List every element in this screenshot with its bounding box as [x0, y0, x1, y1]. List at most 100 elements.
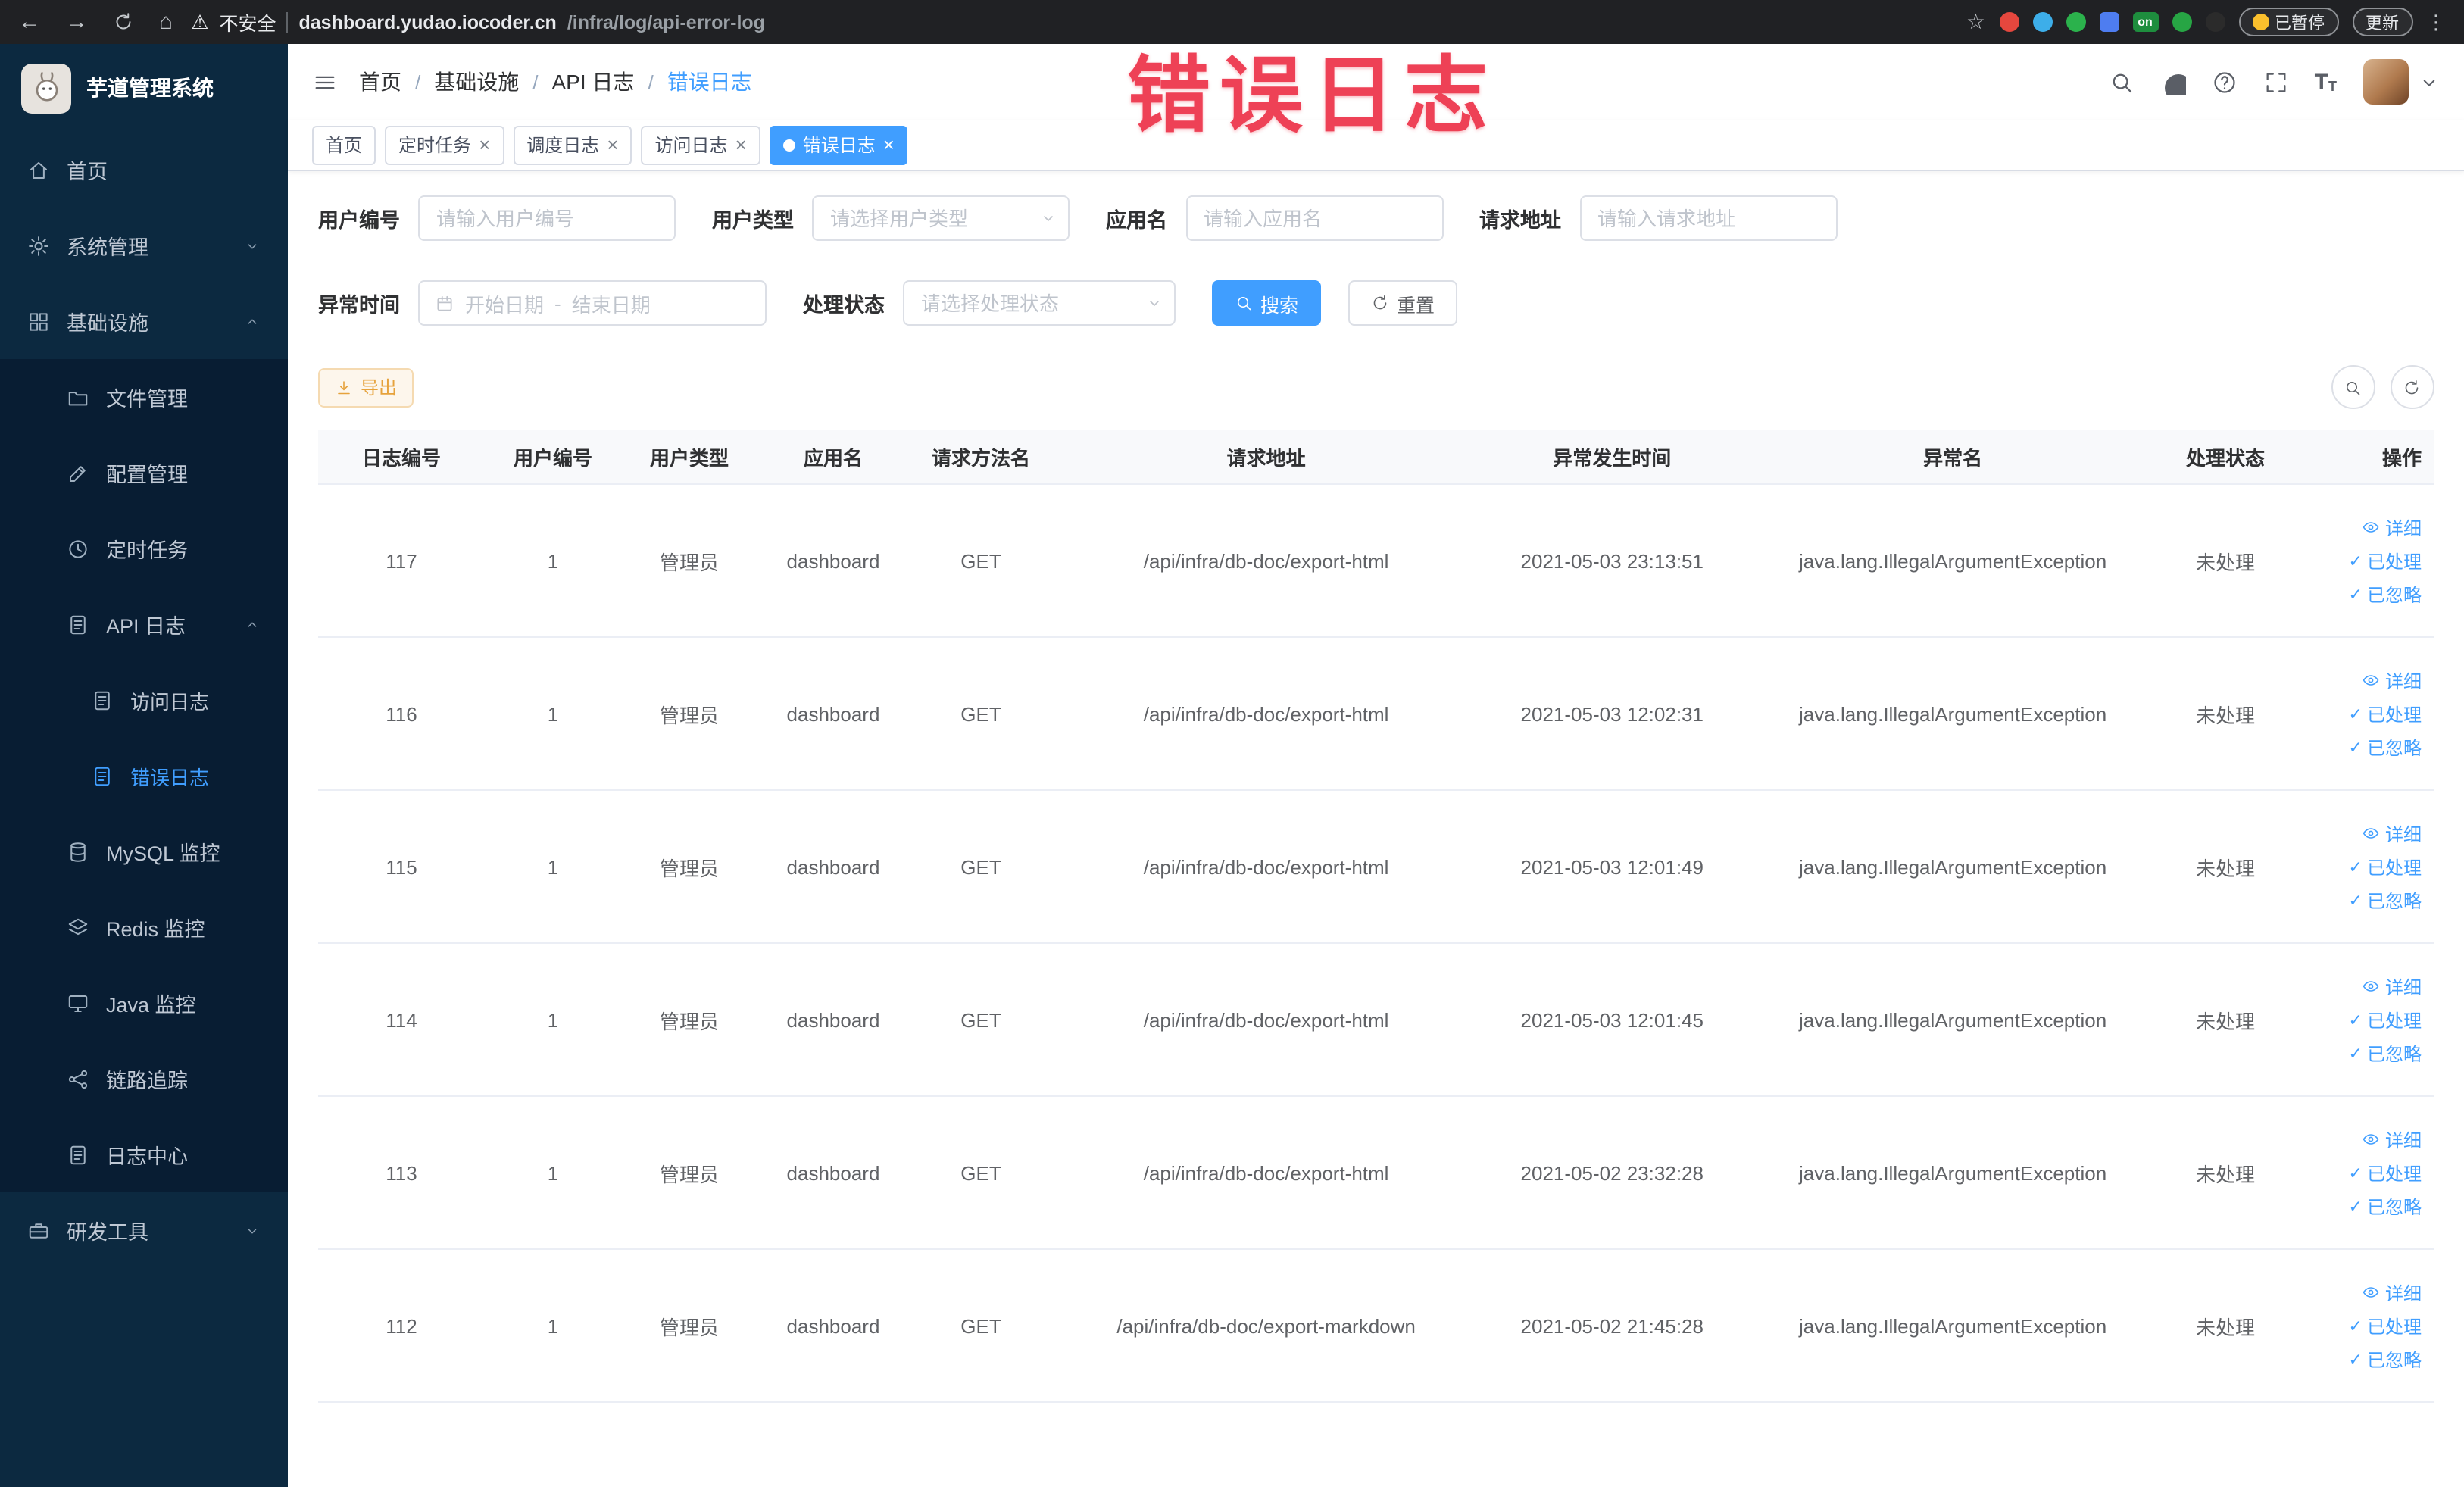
url-host[interactable]: dashboard.yudao.iocoder.cn [298, 11, 556, 33]
user-menu[interactable] [2363, 59, 2440, 105]
tab-scheduled-jobs[interactable]: 定时任务 × [385, 125, 504, 164]
browser-nav: ← → ⌂ [18, 11, 173, 33]
cell-user-id: 1 [547, 1161, 559, 1184]
cell-exception-name: java.lang.IllegalArgumentException [1799, 1314, 2107, 1337]
column-header: 异常发生时间 [1553, 447, 1672, 470]
app-title: 芋道管理系统 [86, 76, 214, 100]
request-url-input[interactable] [1579, 195, 1837, 241]
detail-link[interactable]: 详细 [2363, 820, 2422, 846]
refresh-button[interactable] [2390, 365, 2434, 409]
sidebar-item-scheduled-jobs[interactable]: 定时任务 [0, 511, 288, 586]
close-icon[interactable]: × [735, 135, 747, 155]
browser-menu-icon[interactable]: ⋮ [2426, 10, 2446, 34]
mark-processed-link[interactable]: ✓ 已处理 [2349, 548, 2422, 573]
sidebar-item-log-center[interactable]: 日志中心 [0, 1117, 288, 1192]
breadcrumb-infra[interactable]: 基础设施 [434, 67, 519, 97]
help-icon[interactable] [2212, 69, 2238, 95]
font-size-icon[interactable] [2315, 70, 2337, 93]
cell-log-id: 116 [386, 702, 417, 725]
mark-ignored-link[interactable]: ✓ 已忽略 [2349, 1040, 2422, 1066]
sidebar-item-java-monitor[interactable]: Java 监控 [0, 965, 288, 1041]
breadcrumb-api-log[interactable]: API 日志 [552, 67, 635, 97]
table-row: 113 1 管理员 dashboard GET /api/infra/db-do… [318, 1097, 2434, 1250]
detail-link[interactable]: 详细 [2363, 973, 2422, 999]
grid-icon [27, 310, 50, 333]
tab-dispatch-log[interactable]: 调度日志 × [513, 125, 632, 164]
process-status-select[interactable] [903, 280, 1176, 326]
sidebar-item-redis-monitor[interactable]: Redis 监控 [0, 889, 288, 965]
close-icon[interactable]: × [883, 135, 895, 155]
home-icon[interactable]: ⌂ [159, 11, 173, 33]
extension-on-badge[interactable]: on [2132, 12, 2158, 32]
tab-access-log[interactable]: 访问日志 × [641, 125, 760, 164]
detail-link[interactable]: 详细 [2363, 1126, 2422, 1152]
cell-app-name: dashboard [786, 855, 880, 878]
reset-button[interactable]: 重置 [1348, 280, 1458, 326]
date-range-picker[interactable]: 开始日期 - 结束日期 [418, 280, 767, 326]
infra-submenu: 文件管理 配置管理 定时任务 API 日志 访问日志 错误日志 MySQL 监控… [0, 359, 288, 1192]
hamburger-icon[interactable] [312, 69, 338, 95]
forward-icon[interactable]: → [65, 11, 88, 33]
sidebar-item-infra[interactable]: 基础设施 [0, 283, 288, 359]
mark-ignored-link[interactable]: ✓ 已忽略 [2349, 1346, 2422, 1372]
toggle-search-button[interactable] [2331, 365, 2375, 409]
close-icon[interactable]: × [479, 135, 490, 155]
extension-icon-grid[interactable] [2099, 12, 2119, 32]
check-icon: ✓ [2348, 1164, 2363, 1182]
security-label[interactable]: 不安全 [219, 8, 276, 36]
mark-ignored-link[interactable]: ✓ 已忽略 [2349, 734, 2422, 760]
export-button[interactable]: 导出 [318, 367, 414, 407]
paused-chip[interactable]: 已暂停 [2238, 8, 2338, 36]
mark-ignored-link[interactable]: ✓ 已忽略 [2349, 887, 2422, 913]
detail-link[interactable]: 详细 [2363, 667, 2422, 693]
check-icon: ✓ [2348, 705, 2363, 723]
mark-ignored-link[interactable]: ✓ 已忽略 [2349, 581, 2422, 607]
tab-error-log[interactable]: 错误日志 × [769, 125, 908, 164]
mark-processed-link[interactable]: ✓ 已处理 [2349, 701, 2422, 726]
extension-icon-green[interactable] [2066, 12, 2085, 32]
search-button[interactable]: 搜索 [1212, 280, 1322, 326]
sidebar-item-mysql-monitor[interactable]: MySQL 监控 [0, 814, 288, 889]
sidebar-item-trace[interactable]: 链路追踪 [0, 1041, 288, 1117]
cell-status: 未处理 [2195, 704, 2255, 726]
detail-link[interactable]: 详细 [2363, 1279, 2422, 1305]
sidebar-item-config-manage[interactable]: 配置管理 [0, 435, 288, 511]
reload-icon[interactable] [112, 11, 135, 33]
extension-icon-red[interactable] [1999, 12, 2019, 32]
sidebar-item-error-log[interactable]: 错误日志 [0, 738, 288, 814]
back-icon[interactable]: ← [18, 11, 41, 33]
detail-link[interactable]: 详细 [2363, 514, 2422, 540]
mark-processed-link[interactable]: ✓ 已处理 [2349, 1007, 2422, 1032]
sidebar-item-access-log[interactable]: 访问日志 [0, 662, 288, 738]
sidebar-item-dev-tools[interactable]: 研发工具 [0, 1192, 288, 1268]
close-icon[interactable]: × [607, 135, 618, 155]
sidebar-item-system[interactable]: 系统管理 [0, 208, 288, 283]
sidebar-item-file-manage[interactable]: 文件管理 [0, 359, 288, 435]
mark-processed-link[interactable]: ✓ 已处理 [2349, 1160, 2422, 1186]
update-chip[interactable]: 更新 [2352, 8, 2412, 36]
mark-processed-link[interactable]: ✓ 已处理 [2349, 1313, 2422, 1339]
github-icon[interactable] [2160, 69, 2186, 95]
url-path[interactable]: /infra/log/api-error-log [567, 11, 765, 33]
user-type-select[interactable] [812, 195, 1070, 241]
mark-processed-link[interactable]: ✓ 已处理 [2349, 854, 2422, 879]
sidebar-item-api-log[interactable]: API 日志 [0, 586, 288, 662]
extension-icon-paw[interactable] [2205, 12, 2225, 32]
eye-icon [2363, 671, 2381, 689]
avatar[interactable] [2363, 59, 2408, 105]
check-icon: ✓ [2348, 1198, 2363, 1216]
extension-icon-leaf[interactable] [2172, 12, 2191, 32]
tab-home[interactable]: 首页 [312, 125, 376, 164]
bookmark-star-icon[interactable]: ☆ [1966, 9, 1985, 35]
search-icon[interactable] [2109, 69, 2135, 95]
app-logo[interactable]: 芋道管理系统 [0, 44, 288, 132]
breadcrumb-home[interactable]: 首页 [359, 67, 401, 97]
sidebar-item-home[interactable]: 首页 [0, 132, 288, 208]
app-name-input[interactable] [1185, 195, 1443, 241]
user-id-input[interactable] [418, 195, 676, 241]
mark-ignored-link[interactable]: ✓ 已忽略 [2349, 1193, 2422, 1219]
address-bar[interactable]: ⚠ 不安全 dashboard.yudao.iocoder.cn/infra/l… [191, 8, 765, 36]
fullscreen-icon[interactable] [2263, 69, 2289, 95]
user-type-label: 用户类型 [712, 209, 794, 232]
extension-icon-blue[interactable] [2032, 12, 2052, 32]
